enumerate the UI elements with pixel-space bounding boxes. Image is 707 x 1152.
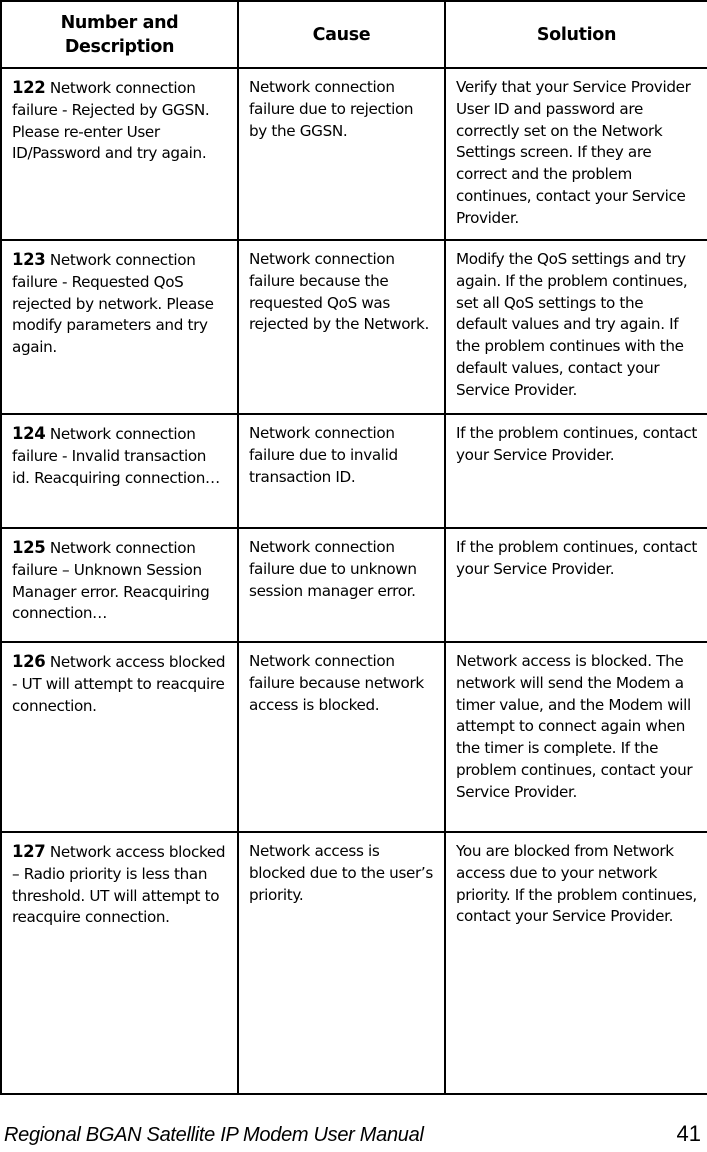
header-number-description: Number and Description xyxy=(0,0,239,69)
cause-cell: Network connection failure because netwo… xyxy=(237,641,446,833)
cause-cell: Network connection failure due to unknow… xyxy=(237,527,446,643)
table-header-row: Number and Description Cause Solution xyxy=(0,0,707,69)
error-number: 125 xyxy=(12,538,46,557)
error-code-table: Number and Description Cause Solution 12… xyxy=(0,0,707,1095)
header-solution: Solution xyxy=(444,0,707,69)
solution-cell: Network access is blocked. The network w… xyxy=(444,641,707,833)
table-row: 123 Network connection failure - Request… xyxy=(0,239,707,415)
solution-cell: Verify that your Service Provider User I… xyxy=(444,67,707,241)
number-description-cell: 122 Network connection failure - Rejecte… xyxy=(0,67,239,241)
table-row: 127 Network access blocked – Radio prior… xyxy=(0,831,707,1095)
error-number: 124 xyxy=(12,424,46,443)
solution-cell: If the problem continues, contact your S… xyxy=(444,527,707,643)
table-row: 125 Network connection failure – Unknown… xyxy=(0,527,707,643)
page-number: 41 xyxy=(676,1121,701,1146)
table-row: 124 Network connection failure - Invalid… xyxy=(0,413,707,529)
cause-cell: Network connection failure due to invali… xyxy=(237,413,446,529)
solution-cell: If the problem continues, contact your S… xyxy=(444,413,707,529)
number-description-cell: 127 Network access blocked – Radio prior… xyxy=(0,831,239,1095)
error-number: 126 xyxy=(12,652,46,671)
table-row: 126 Network access blocked - UT will att… xyxy=(0,641,707,833)
error-number: 127 xyxy=(12,842,46,861)
solution-cell: You are blocked from Network access due … xyxy=(444,831,707,1095)
cause-cell: Network access is blocked due to the use… xyxy=(237,831,446,1095)
number-description-cell: 125 Network connection failure – Unknown… xyxy=(0,527,239,643)
solution-cell: Modify the QoS settings and try again. I… xyxy=(444,239,707,415)
number-description-cell: 126 Network access blocked - UT will att… xyxy=(0,641,239,833)
number-description-cell: 124 Network connection failure - Invalid… xyxy=(0,413,239,529)
header-cause: Cause xyxy=(237,0,446,69)
cause-cell: Network connection failure due to reject… xyxy=(237,67,446,241)
error-number: 122 xyxy=(12,78,46,97)
table-row: 122 Network connection failure - Rejecte… xyxy=(0,67,707,241)
number-description-cell: 123 Network connection failure - Request… xyxy=(0,239,239,415)
footer-manual-title: Regional BGAN Satellite IP Modem User Ma… xyxy=(4,1124,424,1146)
cause-cell: Network connection failure because the r… xyxy=(237,239,446,415)
error-number: 123 xyxy=(12,250,46,269)
